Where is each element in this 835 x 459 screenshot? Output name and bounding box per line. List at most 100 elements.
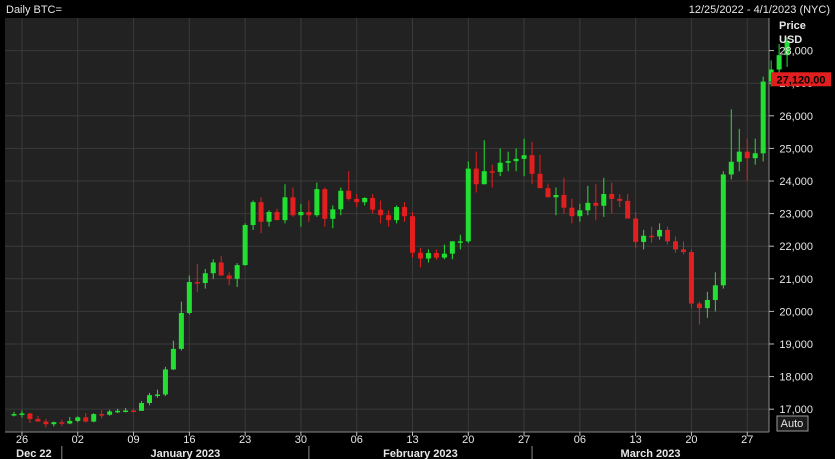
candle-body	[720, 174, 726, 286]
candle-body	[649, 235, 655, 238]
candle-body	[537, 173, 543, 189]
candle-body	[362, 197, 368, 203]
candle-body	[545, 188, 551, 198]
candle-body	[91, 414, 97, 422]
candle-body	[688, 252, 694, 304]
candle-body	[83, 417, 89, 422]
y-tick-label: 24,000	[779, 176, 813, 188]
candle-body	[378, 209, 384, 216]
candle-body	[338, 190, 344, 210]
last-price-marker: 27,120.00	[771, 72, 831, 87]
candle-body	[210, 262, 216, 274]
candle-body	[633, 218, 639, 242]
last-price-label: 27,120.00	[777, 74, 826, 86]
candle-body	[473, 168, 479, 185]
candle-body	[107, 411, 113, 415]
candle-body	[402, 207, 408, 217]
candle-body	[99, 414, 105, 416]
x-tick-label: 06	[351, 434, 363, 446]
candle-body	[154, 394, 160, 397]
auto-scale-button[interactable]: Auto	[776, 415, 809, 432]
month-label: February 2023	[383, 448, 458, 459]
candle-body	[51, 422, 57, 425]
candle-body	[75, 417, 81, 421]
candle-body	[481, 171, 487, 185]
y-tick-label: 20,000	[779, 306, 813, 318]
y-tick-label: 28,000	[779, 46, 813, 58]
candle-body	[569, 207, 575, 217]
candle-body	[704, 299, 710, 309]
candle-body	[680, 249, 686, 253]
candle-body	[585, 202, 591, 211]
candle-body	[617, 198, 623, 201]
candle-body	[314, 189, 320, 216]
candle-body	[760, 81, 766, 154]
candle-body	[665, 229, 671, 242]
candle-body	[226, 275, 232, 279]
y-tick-label: 21,000	[779, 274, 813, 286]
y-tick-label: 26,000	[779, 111, 813, 123]
candle-body	[186, 282, 192, 314]
candle-body	[59, 422, 65, 424]
x-tick-label: 02	[72, 434, 84, 446]
x-tick-label: 27	[741, 434, 753, 446]
candle-body	[577, 210, 583, 217]
x-tick-label: 20	[685, 434, 697, 446]
plot-area	[5, 18, 769, 432]
y-tick-label: 22,000	[779, 241, 813, 253]
candle-body	[194, 282, 200, 284]
candle-body	[250, 202, 256, 225]
candle-body	[35, 418, 41, 422]
x-axis-months: Dec 22 January 2023 February 2023 March 202…	[0, 446, 769, 459]
candle-body	[609, 194, 615, 199]
candle-body	[290, 197, 296, 216]
candle-body	[561, 195, 567, 208]
date-range: 12/25/2022 - 4/1/2023 (NYC)	[689, 4, 830, 16]
candle-body	[593, 202, 599, 206]
candle-body	[202, 273, 208, 284]
candle-body	[67, 420, 73, 424]
candle-body	[370, 197, 376, 210]
candle-body	[386, 215, 392, 221]
candle-body	[258, 202, 264, 222]
x-tick-label: 16	[183, 434, 195, 446]
candle-body	[657, 229, 663, 237]
x-tick-label: 30	[295, 434, 307, 446]
y-tick-label: 19,000	[779, 339, 813, 351]
candle-body	[465, 168, 471, 242]
candle-body	[218, 262, 224, 276]
candle-body	[274, 211, 280, 221]
candle-body	[178, 313, 184, 349]
candle-body	[282, 197, 288, 221]
candle-body	[43, 421, 49, 425]
candle-body	[146, 395, 152, 403]
candle-body	[752, 153, 758, 159]
candle-body	[417, 252, 423, 259]
candle-body	[521, 155, 527, 159]
candle-body	[425, 253, 431, 259]
candle-body	[266, 211, 272, 222]
candle-body	[27, 413, 33, 419]
x-tick-label: 06	[574, 434, 586, 446]
auto-button-label[interactable]: Auto	[781, 418, 804, 430]
candle-body	[553, 195, 559, 198]
chart-title: Daily BTC=	[6, 4, 62, 16]
candle-body	[696, 303, 702, 309]
candle-body	[394, 207, 400, 221]
x-tick-label: 26	[16, 434, 28, 446]
candle-body	[170, 348, 176, 370]
candle-body	[497, 162, 503, 172]
candle-body	[162, 369, 168, 395]
candle-body	[410, 216, 415, 253]
candle-body	[19, 413, 25, 415]
candle-body	[449, 241, 455, 254]
candle-body	[736, 151, 742, 162]
month-label: Dec 22	[16, 448, 51, 459]
candlestick-chart: 17,000 18,000 19,000 20,000 21,000 22,000 23,0…	[0, 0, 835, 459]
x-tick-label: 20	[462, 434, 474, 446]
candle-body	[306, 211, 312, 216]
candle-body	[728, 161, 734, 175]
x-tick-label: 27	[518, 434, 530, 446]
candle-body	[433, 253, 439, 258]
candle-body	[139, 402, 145, 411]
